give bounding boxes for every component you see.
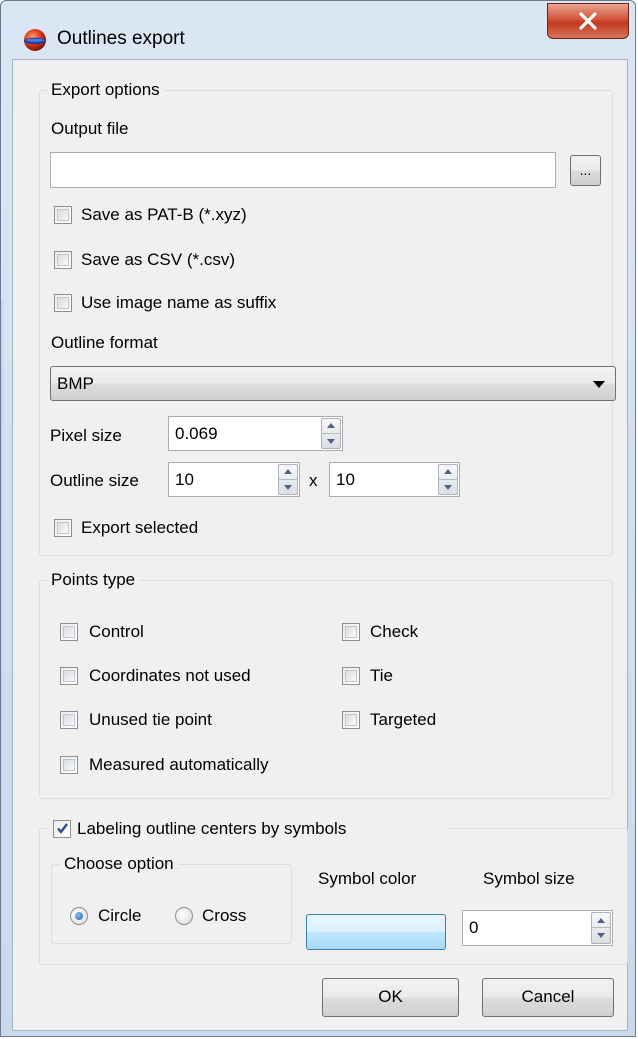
spin-down-arrow-icon[interactable] (322, 434, 340, 449)
measured-automatically-label: Measured automatically (89, 755, 269, 774)
outline-width-spinner[interactable] (278, 464, 298, 495)
outline-height-spinner[interactable] (438, 464, 458, 495)
export-selected-label: Export selected (81, 518, 199, 537)
spin-up-arrow-icon[interactable] (592, 913, 610, 928)
spin-down-arrow-icon[interactable] (439, 480, 457, 495)
window-title: Outlines export (57, 28, 185, 49)
outline-size-x-label: x (309, 471, 318, 490)
points-type-title: Points type (47, 569, 140, 591)
control-label: Control (89, 622, 144, 641)
save-pat-b-label: Save as PAT-B (*.xyz) (81, 205, 247, 224)
tie-label: Tie (370, 666, 393, 685)
use-image-name-checkbox[interactable] (54, 294, 72, 312)
check-label: Check (370, 622, 419, 641)
symbol-color-label: Symbol color (318, 869, 417, 888)
outline-format-value: BMP (57, 374, 94, 393)
coordinates-not-used-checkbox[interactable] (60, 667, 78, 685)
dialog-window: Outlines export Export options Output fi… (0, 0, 636, 1037)
browse-button[interactable]: ... (570, 155, 601, 186)
cancel-button[interactable]: Cancel (482, 978, 614, 1017)
spin-down-arrow-icon[interactable] (592, 928, 610, 943)
export-selected-checkbox[interactable] (54, 519, 72, 537)
choose-option-group (51, 864, 292, 944)
title-bar[interactable]: Outlines export (1, 1, 635, 59)
coordinates-not-used-label: Coordinates not used (89, 666, 251, 685)
check-checkbox[interactable] (342, 623, 360, 641)
ok-button[interactable]: OK (322, 978, 459, 1017)
pixel-size-spinner[interactable] (321, 418, 341, 449)
save-csv-checkbox[interactable] (54, 251, 72, 269)
symbol-size-label: Symbol size (483, 869, 575, 888)
cross-label: Cross (202, 906, 247, 925)
save-pat-b-checkbox[interactable] (54, 206, 72, 224)
circle-label: Circle (98, 906, 142, 925)
export-options-title: Export options (47, 79, 164, 101)
dialog-client-area: Export options Output file ... Save as P… (12, 59, 628, 1031)
symbol-size-spinner[interactable] (591, 912, 611, 944)
outline-format-label: Outline format (51, 333, 158, 352)
save-csv-label: Save as CSV (*.csv) (81, 250, 235, 269)
labeling-checkbox[interactable] (53, 820, 71, 838)
choose-option-title: Choose option (60, 853, 178, 875)
close-x-icon (579, 12, 597, 30)
unused-tie-point-checkbox[interactable] (60, 711, 78, 729)
window-left-edge (1, 301, 3, 1021)
pixel-size-label: Pixel size (50, 426, 122, 445)
chevron-down-icon (593, 381, 605, 388)
output-file-input[interactable] (50, 152, 556, 188)
use-image-name-label: Use image name as suffix (81, 293, 277, 312)
outline-size-label: Outline size (50, 471, 139, 490)
targeted-label: Targeted (370, 710, 437, 729)
control-checkbox[interactable] (60, 623, 78, 641)
tie-checkbox[interactable] (342, 667, 360, 685)
cross-radio[interactable] (175, 907, 193, 925)
spin-up-arrow-icon[interactable] (439, 465, 457, 480)
close-button[interactable] (547, 3, 629, 39)
labeling-label: Labeling outline centers by symbols (77, 819, 347, 838)
circle-radio[interactable] (70, 907, 88, 925)
spin-down-arrow-icon[interactable] (279, 480, 297, 495)
targeted-checkbox[interactable] (342, 711, 360, 729)
app-sphere-icon (23, 28, 47, 52)
pixel-size-input[interactable]: 0.069 (168, 416, 343, 451)
output-file-label: Output file (51, 119, 129, 138)
unused-tie-point-label: Unused tie point (89, 710, 212, 729)
spin-up-arrow-icon[interactable] (322, 419, 340, 434)
outline-format-dropdown[interactable]: BMP (50, 366, 616, 401)
spin-up-arrow-icon[interactable] (279, 465, 297, 480)
measured-automatically-checkbox[interactable] (60, 756, 78, 774)
checkmark-icon (57, 823, 68, 834)
symbol-color-button[interactable] (306, 914, 446, 950)
